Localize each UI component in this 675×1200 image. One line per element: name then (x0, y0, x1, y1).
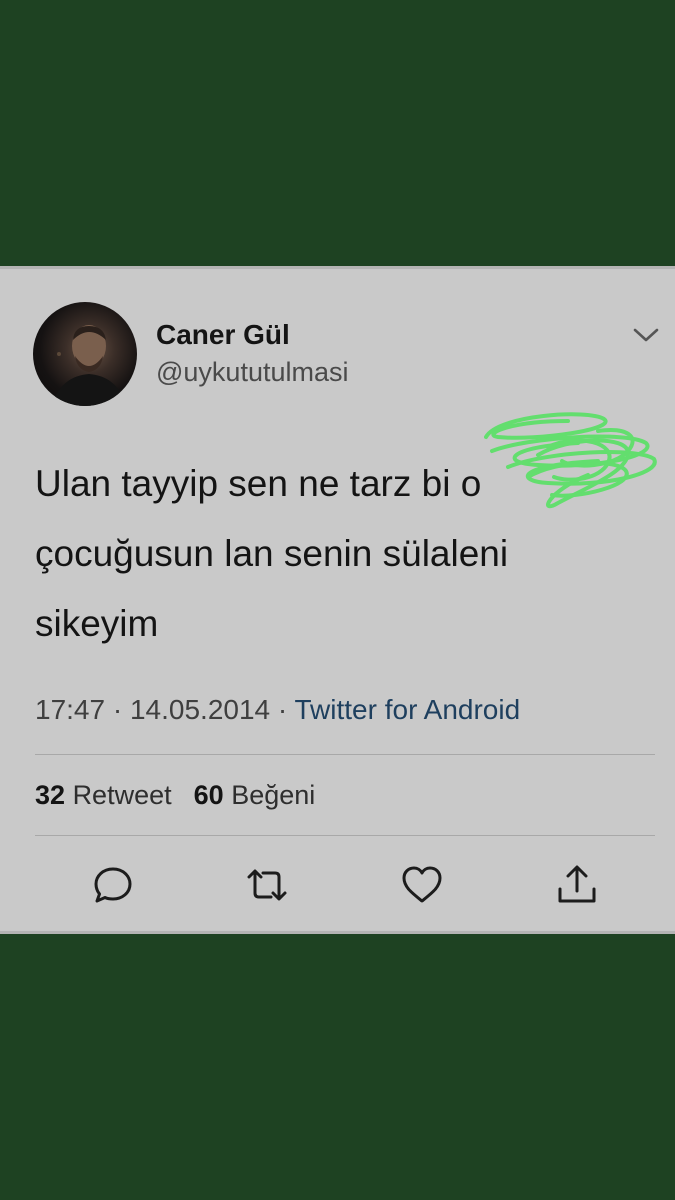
tweet-text: Ulan tayyip sen ne tarz bi o çocuğusun l… (35, 449, 645, 659)
avatar-photo (51, 325, 127, 406)
tweet-text-line: Ulan tayyip sen ne tarz bi o (35, 463, 482, 504)
divider (35, 754, 655, 755)
retweet-icon (247, 869, 287, 901)
chevron-down-icon[interactable] (632, 325, 660, 345)
tweet-text-line: çocuğusun lan senin sülaleni (35, 533, 509, 574)
retweet-count: 32 (35, 780, 66, 810)
tweet-date: 14.05.2014 (129, 694, 271, 725)
tweet-source-link[interactable]: Twitter for Android (295, 694, 521, 725)
meta-separator: · (277, 694, 288, 725)
author-name[interactable]: Caner Gül (156, 319, 290, 351)
share-button[interactable] (555, 863, 599, 907)
avatar[interactable] (33, 302, 137, 406)
like-label: Beğeni (231, 780, 316, 810)
retweet-label: Retweet (72, 780, 172, 810)
retweet-button[interactable] (245, 863, 289, 907)
like-stat[interactable]: 60 Beğeni (194, 780, 316, 810)
author-handle[interactable]: @uykututulmasi (156, 357, 348, 388)
tweet-meta: 17:47 · 14.05.2014 · Twitter for Android (35, 694, 520, 726)
heart-icon (402, 866, 442, 903)
reply-button[interactable] (91, 863, 135, 907)
like-button[interactable] (400, 863, 444, 907)
divider (35, 835, 655, 836)
tweet-time: 17:47 (35, 694, 106, 725)
tweet-text-line: sikeyim (35, 603, 159, 644)
engagement-stats: 32 Retweet 60 Beğeni (35, 780, 315, 811)
retweet-stat[interactable]: 32 Retweet (35, 780, 172, 810)
meta-separator: · (112, 694, 123, 725)
like-count: 60 (193, 780, 224, 810)
share-icon (558, 865, 596, 903)
reply-icon (94, 867, 132, 903)
tweet-card: Caner Gül @uykututulmasi Ulan tayyip sen… (0, 266, 675, 934)
